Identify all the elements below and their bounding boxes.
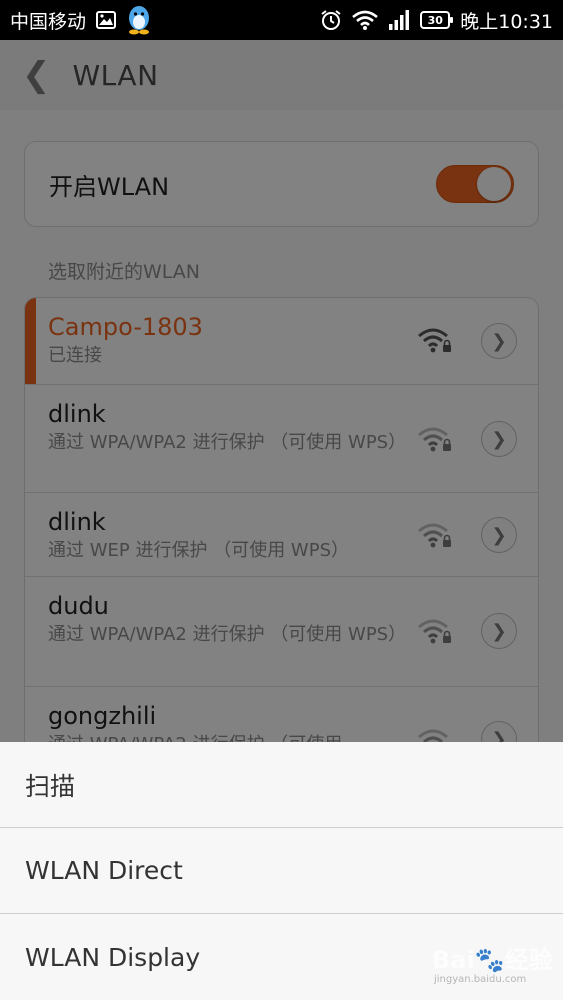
watermark-url: jingyan.baidu.com bbox=[434, 974, 527, 985]
watermark-logo: Bai🐾经验 bbox=[432, 946, 553, 974]
signal-icon bbox=[388, 10, 410, 30]
battery-icon: 30 bbox=[420, 11, 454, 29]
image-icon bbox=[96, 11, 117, 29]
clock: 晚上10:31 bbox=[460, 10, 553, 33]
carrier-label: 中国移动 bbox=[10, 10, 87, 33]
qq-penguin-icon bbox=[126, 5, 152, 35]
menu-item-scan[interactable]: 扫描 bbox=[0, 742, 563, 828]
wifi-status-icon bbox=[352, 10, 379, 30]
status-bar: 中国移动 30 晚上10:31 bbox=[0, 0, 563, 40]
alarm-icon bbox=[320, 9, 342, 31]
menu-item-wlan-direct[interactable]: WLAN Direct bbox=[0, 828, 563, 914]
baidu-watermark: Bai🐾经验 jingyan.baidu.com bbox=[432, 940, 553, 985]
